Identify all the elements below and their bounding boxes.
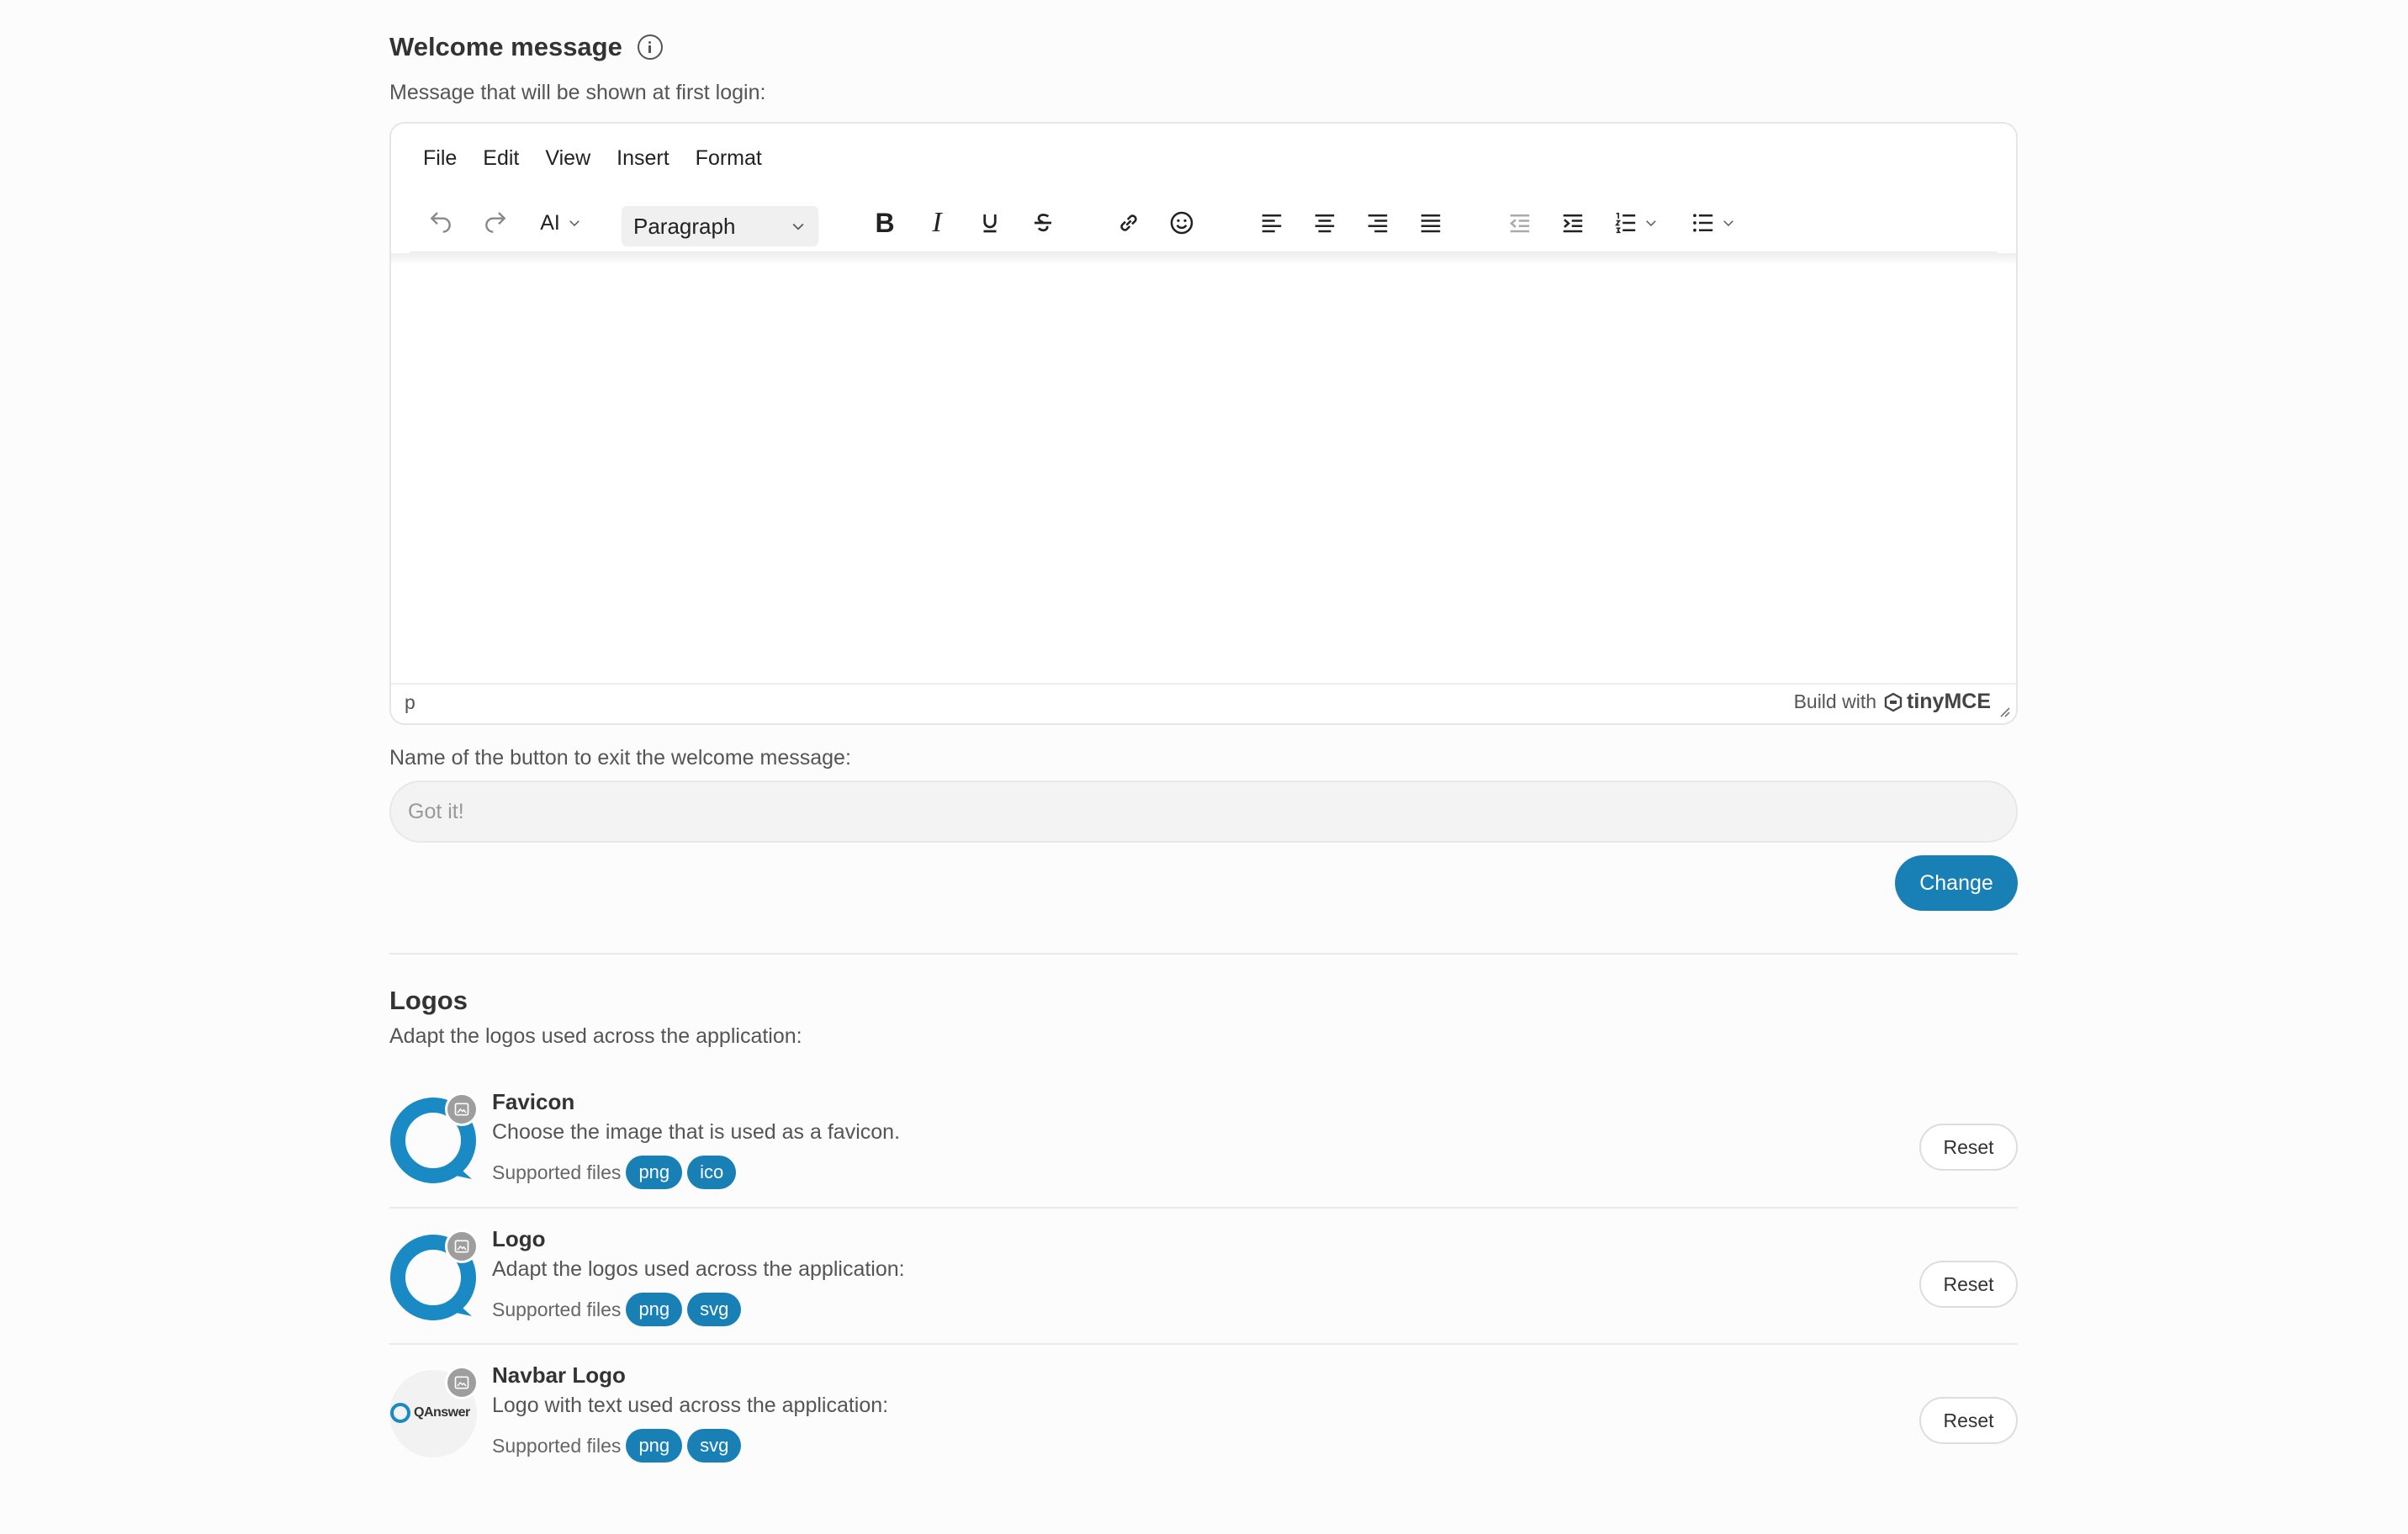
outdent-icon[interactable] [1499, 198, 1541, 248]
ai-assistant-button[interactable]: AI [527, 198, 595, 248]
bullet-list-icon [1693, 214, 1713, 232]
logo-row-favicon: Favicon Choose the image that is used as… [389, 1078, 2018, 1213]
favicon-supported-files: Supported files png ico [492, 1156, 737, 1189]
editor-statusbar: p Build with tinyMCE [391, 683, 2016, 723]
welcome-section-title: Welcome message [389, 30, 663, 64]
numbered-list-button[interactable] [1602, 198, 1670, 248]
element-path[interactable]: p [405, 691, 415, 714]
navbar-logo-reset-button[interactable]: Reset [1919, 1397, 2018, 1444]
logo-row-navbar: QAnswer Navbar Logo Logo with text used … [389, 1352, 2018, 1486]
menu-format[interactable]: Format [696, 146, 762, 171]
align-center-icon[interactable] [1304, 198, 1346, 248]
bold-icon[interactable]: B [864, 198, 906, 248]
align-justify-icon[interactable] [1410, 198, 1452, 248]
logos-subtitle: Adapt the logos used across the applicat… [389, 1024, 802, 1048]
resize-handle-icon[interactable] [1998, 705, 2011, 718]
favicon-reset-button[interactable]: Reset [1919, 1124, 2018, 1171]
chevron-down-icon [1723, 220, 1733, 227]
supported-files-label: Supported files [492, 1298, 622, 1320]
supported-files-label: Supported files [492, 1161, 622, 1183]
navbar-logo-title: Navbar Logo [492, 1362, 626, 1388]
menu-insert[interactable]: Insert [617, 146, 669, 171]
link-icon[interactable] [1108, 198, 1150, 248]
align-right-icon[interactable] [1357, 198, 1399, 248]
italic-icon[interactable]: I [916, 198, 958, 248]
upload-image-icon[interactable] [445, 1366, 479, 1399]
tinymce-logo: tinyMCE [1883, 690, 1991, 714]
logo-reset-button[interactable]: Reset [1919, 1261, 2018, 1308]
favicon-description: Choose the image that is used as a favic… [492, 1120, 901, 1144]
file-type-chip: svg [687, 1429, 742, 1463]
ai-label: AI [540, 210, 560, 235]
logos-title: Logos [389, 986, 468, 1015]
menu-edit[interactable]: Edit [483, 146, 519, 171]
section-divider [389, 953, 2018, 955]
editor-toolbar: AI Paragraph B I [410, 198, 1998, 253]
navbar-logo-description: Logo with text used across the applicati… [492, 1394, 889, 1417]
file-type-chip: svg [687, 1293, 742, 1326]
emoji-icon[interactable] [1161, 198, 1203, 248]
logo-description: Adapt the logos used across the applicat… [492, 1257, 905, 1281]
button-name-input[interactable] [389, 780, 2018, 843]
toolbar-shadow [391, 253, 2016, 265]
strikethrough-icon[interactable] [1022, 198, 1064, 248]
brand-text: Build with [1793, 690, 1876, 712]
qanswer-logo-icon [390, 1403, 410, 1423]
info-icon[interactable] [637, 34, 663, 60]
editor-menubar: File Edit View Insert Format [423, 146, 762, 171]
chevron-down-icon [1646, 220, 1656, 227]
supported-files-label: Supported files [492, 1434, 622, 1457]
redo-icon[interactable] [474, 198, 516, 248]
file-type-chip: png [626, 1429, 683, 1463]
chevron-down-icon [792, 223, 804, 230]
qanswer-wordmark: QAnswer [389, 1402, 470, 1424]
upload-image-icon[interactable] [445, 1092, 479, 1126]
welcome-subtitle: Message that will be shown at first logi… [389, 81, 766, 104]
editor-content-area[interactable] [391, 267, 2016, 683]
align-left-icon[interactable] [1251, 198, 1293, 248]
rich-text-editor: File Edit View Insert Format AI Paragrap… [389, 122, 2018, 725]
menu-file[interactable]: File [423, 146, 457, 171]
indent-icon[interactable] [1552, 198, 1594, 248]
logo-title: Logo [492, 1226, 546, 1251]
file-type-chip: png [626, 1156, 683, 1189]
editor-branding[interactable]: Build with tinyMCE [1794, 690, 1991, 714]
brand-name: tinyMCE [1907, 690, 1991, 713]
block-format-value: Paragraph [633, 213, 736, 239]
wordmark-text: QAnswer [414, 1405, 470, 1420]
underline-icon[interactable] [969, 198, 1011, 248]
logo-row-logo: Logo Adapt the logos used across the app… [389, 1215, 2018, 1350]
favicon-title: Favicon [492, 1089, 575, 1114]
welcome-title-text: Welcome message [389, 32, 622, 61]
chevron-down-icon [569, 220, 580, 227]
upload-image-icon[interactable] [445, 1230, 479, 1263]
bullet-list-button[interactable] [1680, 198, 1747, 248]
file-type-chip: ico [687, 1156, 737, 1189]
tinymce-icon [1884, 692, 1903, 711]
button-name-label: Name of the button to exit the welcome m… [389, 746, 851, 770]
navbar-logo-supported-files: Supported files png svg [492, 1429, 742, 1463]
change-button[interactable]: Change [1895, 855, 2018, 911]
numbered-list-icon [1615, 212, 1636, 234]
logo-supported-files: Supported files png svg [492, 1293, 742, 1326]
block-format-select[interactable]: Paragraph [622, 206, 818, 246]
row-divider [389, 1343, 2018, 1345]
row-divider [389, 1207, 2018, 1209]
menu-view[interactable]: View [545, 146, 590, 171]
undo-icon[interactable] [420, 198, 462, 248]
file-type-chip: png [626, 1293, 683, 1326]
